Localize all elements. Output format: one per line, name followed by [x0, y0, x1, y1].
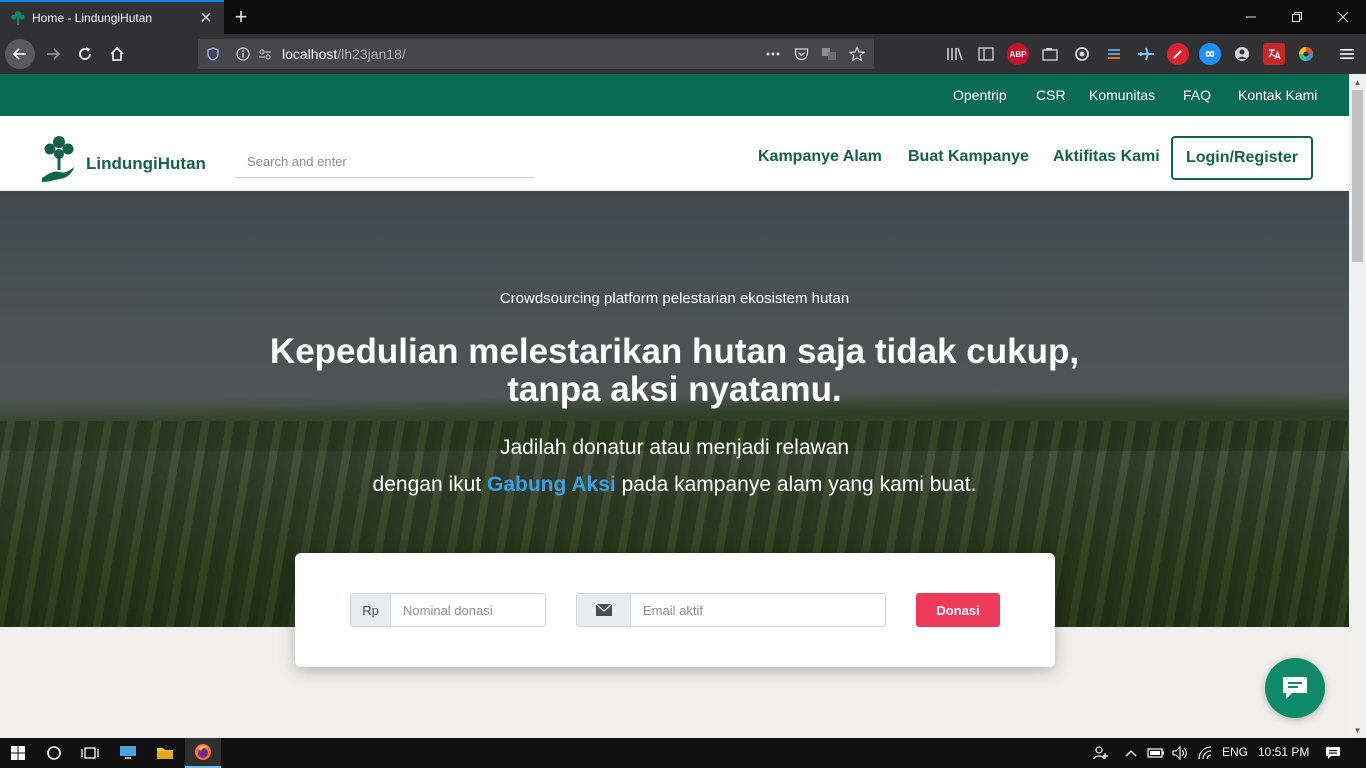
home-icon[interactable] [102, 39, 132, 69]
envelope-icon [577, 594, 631, 626]
top-utility-bar: Opentrip CSR Komunitas FAQ Kontak Kami [0, 74, 1349, 116]
battery-icon[interactable] [1144, 738, 1168, 768]
login-register-button[interactable]: Login/Register [1171, 136, 1313, 180]
volume-icon[interactable] [1168, 738, 1192, 768]
plane-extension-icon[interactable] [1135, 43, 1157, 65]
people-icon[interactable] [1086, 738, 1116, 768]
hero-eyebrow: Crowdsourcing platform pelestarian ekosi… [499, 290, 850, 307]
browser-toolbar: localhost/lh23jan18/ ABP [0, 34, 1366, 74]
site-header: LindungiHutan Kampanye Alam Buat Kampany… [0, 116, 1349, 191]
scrollbar-thumb[interactable] [1352, 90, 1363, 262]
donasi-button[interactable]: Donasi [916, 593, 1000, 627]
task-view-icon[interactable] [72, 738, 108, 768]
close-window-icon[interactable] [1320, 0, 1366, 34]
new-tab-button[interactable]: + [228, 4, 254, 30]
library-icon[interactable] [944, 43, 966, 65]
top-link-komunitas[interactable]: Komunitas [1089, 87, 1155, 103]
top-link-kontak-kami[interactable]: Kontak Kami [1238, 87, 1317, 103]
sidebar-icon[interactable] [975, 43, 997, 65]
hero-headline-line1: Kepedulian melestarikan hutan saja tidak… [269, 332, 1080, 371]
container-tabs-icon[interactable] [1039, 43, 1061, 65]
reload-icon[interactable] [70, 39, 100, 69]
search-circle-icon[interactable] [36, 738, 72, 768]
minimize-window-icon[interactable] [1228, 0, 1274, 34]
donation-card: Rp Donasi [295, 553, 1055, 667]
pocket-icon[interactable] [790, 43, 812, 65]
translate-icon[interactable] [818, 43, 840, 65]
windows-start-icon[interactable] [0, 738, 36, 768]
windows-taskbar: ENG 10:51 PM [0, 738, 1366, 768]
hero-subtitle-line1: Jadilah donatur atau menjadi relawan [499, 436, 850, 459]
info-icon[interactable] [232, 43, 254, 65]
scroll-up-icon[interactable]: ▲ [1349, 74, 1366, 90]
menu-hamburger-icon[interactable] [1336, 43, 1358, 65]
browser-tab-strip: Home - LindungiHutan ✕ + [0, 0, 1366, 34]
donation-email-input[interactable] [631, 594, 885, 626]
page-scrollbar[interactable]: ▲ ▼ [1349, 74, 1366, 738]
tab-title: Home - LindungiHutan [32, 11, 153, 25]
color-picker-extension-icon[interactable] [1167, 43, 1189, 65]
nav-kampanye-alam[interactable]: Kampanye Alam [758, 148, 882, 166]
hero-headline-line2: tanpa aksi nyatamu. [507, 370, 842, 409]
brand-name: LindungiHutan [86, 154, 206, 173]
nav-aktifitas-kami[interactable]: Aktifitas Kami [1053, 148, 1160, 166]
currency-prefix: Rp [351, 594, 391, 626]
close-tab-icon[interactable]: ✕ [194, 6, 218, 30]
shield-icon[interactable] [202, 43, 224, 65]
nav-buat-kampanye[interactable]: Buat Kampanye [908, 148, 1029, 166]
adblock-icon[interactable]: ABP [1007, 43, 1029, 65]
forward-icon[interactable] [38, 39, 68, 69]
input-language[interactable]: ENG [1222, 745, 1248, 759]
hero-subtitle-line2: dengan ikut Gabung Aksi pada kampanye al… [372, 473, 977, 496]
firefox-app-icon[interactable] [185, 738, 221, 768]
back-icon[interactable] [5, 39, 35, 69]
site-search [235, 146, 535, 178]
gabung-aksi-link[interactable]: Gabung Aksi [487, 473, 616, 496]
top-link-csr[interactable]: CSR [1036, 87, 1066, 103]
notifications-icon[interactable] [1318, 738, 1348, 768]
site-favicon-icon [10, 10, 26, 26]
scroll-down-icon[interactable]: ▼ [1349, 722, 1366, 738]
color-wheel-extension-icon[interactable] [1295, 43, 1317, 65]
wifi-icon[interactable] [1194, 738, 1218, 768]
donation-email-group [576, 593, 886, 627]
browser-tab[interactable]: Home - LindungiHutan ✕ [0, 0, 224, 34]
translator-extension-icon[interactable] [1263, 43, 1285, 65]
search-input[interactable] [235, 146, 535, 176]
site-logo[interactable]: LindungiHutan [40, 134, 206, 184]
sync-extension-icon[interactable] [1071, 43, 1093, 65]
top-link-opentrip[interactable]: Opentrip [953, 87, 1007, 103]
address-bar[interactable]: localhost/lh23jan18/ [198, 39, 874, 69]
list-extension-icon[interactable] [1103, 43, 1125, 65]
restore-window-icon[interactable] [1274, 0, 1320, 34]
show-hidden-icons-chevron-icon[interactable] [1118, 738, 1144, 768]
tree-hand-logo-icon [42, 136, 74, 182]
donation-amount-input[interactable] [391, 594, 545, 626]
top-link-faq[interactable]: FAQ [1183, 87, 1211, 103]
account-extension-icon[interactable] [1231, 43, 1253, 65]
chat-bubble-icon [1283, 677, 1307, 699]
chat-button[interactable] [1265, 658, 1325, 718]
bookmark-star-icon[interactable] [846, 43, 868, 65]
system-clock[interactable]: 10:51 PM [1258, 745, 1309, 759]
hero-headline: Kepedulian melestarikan hutan saja tidak… [0, 333, 1349, 409]
url-text[interactable]: localhost/lh23jan18/ [282, 46, 762, 62]
infinity-extension-icon[interactable] [1199, 43, 1221, 65]
page-actions-more-icon[interactable] [762, 43, 784, 65]
computer-app-icon[interactable] [110, 738, 146, 768]
file-explorer-icon[interactable] [147, 738, 183, 768]
permissions-icon[interactable] [254, 43, 276, 65]
donation-amount-group: Rp [350, 593, 546, 627]
